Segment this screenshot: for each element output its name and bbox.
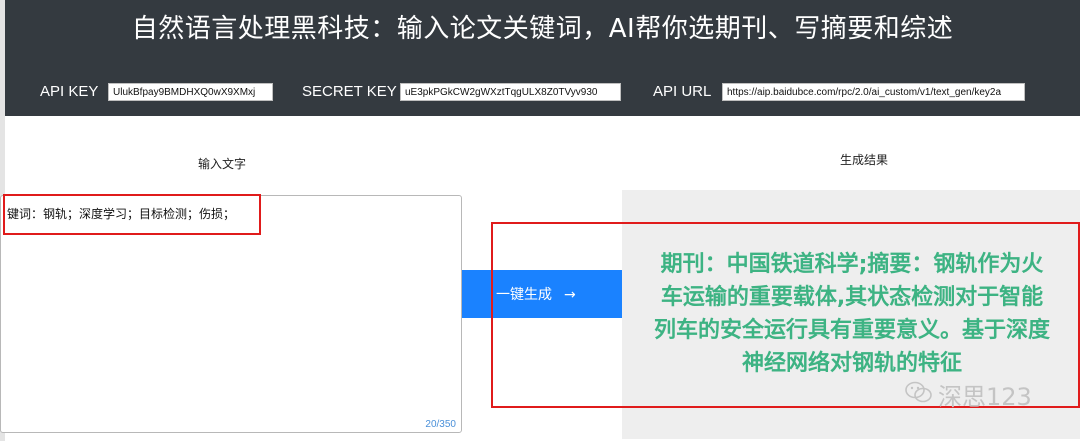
output-section-label: 生成结果 bbox=[840, 153, 889, 167]
api-url-label: API URL bbox=[653, 83, 712, 100]
api-key-input[interactable] bbox=[108, 83, 273, 101]
input-section-label: 输入文字 bbox=[198, 157, 247, 171]
input-highlight-box bbox=[3, 194, 261, 235]
watermark-text: 深思123 bbox=[938, 383, 1032, 411]
secret-key-input[interactable] bbox=[400, 83, 621, 101]
secret-key-label: SECRET KEY bbox=[302, 83, 397, 100]
api-key-label: API KEY bbox=[40, 83, 99, 100]
page-title: 自然语言处理黑科技：输入论文关键词，AI帮你选期刊、写摘要和综述 bbox=[131, 14, 954, 44]
header-bar: 自然语言处理黑科技：输入论文关键词，AI帮你选期刊、写摘要和综述 API KEY… bbox=[5, 0, 1080, 116]
api-url-input[interactable] bbox=[722, 83, 1025, 101]
wechat-logo-icon bbox=[905, 381, 932, 403]
character-counter: 20/350 bbox=[425, 419, 456, 430]
